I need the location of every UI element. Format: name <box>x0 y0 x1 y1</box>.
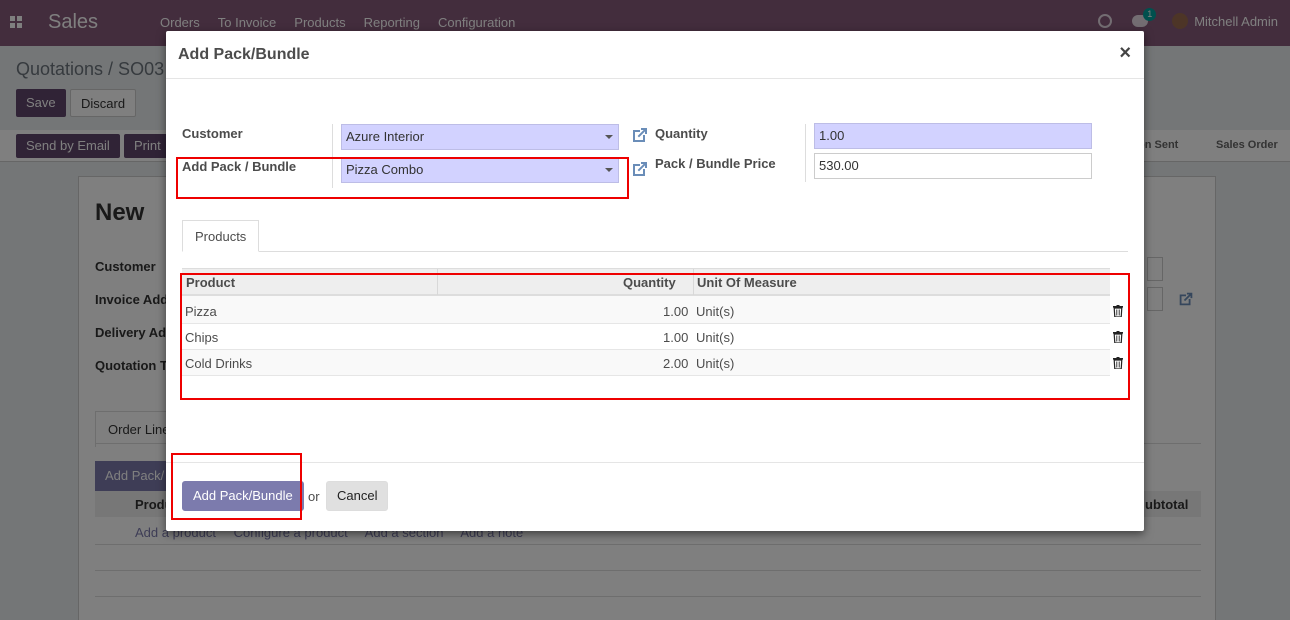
quantity-input[interactable]: 1.00 <box>814 123 1092 149</box>
dialog-title: Add Pack/Bundle <box>178 46 310 63</box>
products-table-header: Product Quantity Unit Of Measure <box>182 268 1110 296</box>
trash-icon[interactable] <box>1113 331 1123 343</box>
cancel-button[interactable]: Cancel <box>326 481 389 511</box>
field-separator <box>805 124 806 182</box>
add-pack-bundle-dialog: Add Pack/Bundle × Customer Azure Interio… <box>166 31 1144 531</box>
trash-icon[interactable] <box>1113 357 1123 369</box>
dialog-footer: Add Pack/Bundle or Cancel <box>166 462 1144 531</box>
external-link-icon[interactable] <box>630 159 650 179</box>
or-text: or <box>308 489 320 504</box>
chevron-down-icon <box>605 135 613 139</box>
customer-label: Customer <box>182 126 243 141</box>
trash-icon[interactable] <box>1113 305 1123 317</box>
add-pack-bundle-button[interactable]: Add Pack/Bundle <box>182 481 304 511</box>
pack-price-label: Pack / Bundle Price <box>655 156 776 171</box>
uom-cell: Unit(s) <box>696 330 735 345</box>
uom-cell: Unit(s) <box>696 304 735 319</box>
quantity-label: Quantity <box>655 126 708 141</box>
product-cell: Chips <box>185 330 219 345</box>
col-unit-of-measure[interactable]: Unit Of Measure <box>697 275 797 290</box>
col-quantity[interactable]: Quantity <box>623 275 676 290</box>
pack-bundle-value: Pizza Combo <box>346 162 424 177</box>
pack-bundle-label: Add Pack / Bundle <box>182 159 297 174</box>
column-divider <box>693 269 694 295</box>
table-row[interactable]: Pizza 1.00 Unit(s) <box>182 298 1123 324</box>
quantity-cell: 1.00 <box>663 304 689 319</box>
pack-price-input[interactable]: 530.00 <box>814 153 1092 179</box>
customer-value: Azure Interior <box>346 129 425 144</box>
col-product[interactable]: Product <box>186 275 235 290</box>
field-separator <box>332 124 333 188</box>
dialog-header: Add Pack/Bundle × <box>166 31 1144 79</box>
chevron-down-icon <box>605 168 613 172</box>
external-link-icon[interactable] <box>630 125 650 145</box>
close-button[interactable]: × <box>1119 42 1131 65</box>
product-cell: Cold Drinks <box>185 356 253 371</box>
quantity-cell: 2.00 <box>663 356 689 371</box>
empty-row <box>182 376 1110 407</box>
table-row[interactable]: Cold Drinks 2.00 Unit(s) <box>182 350 1123 376</box>
pack-bundle-select[interactable]: Pizza Combo <box>341 157 619 183</box>
customer-select[interactable]: Azure Interior <box>341 124 619 150</box>
product-cell: Pizza <box>185 304 217 319</box>
column-divider <box>437 269 438 295</box>
tabs-divider <box>182 251 1128 252</box>
products-table: Product Quantity Unit Of Measure Pizza 1… <box>182 268 1123 407</box>
tab-products[interactable]: Products <box>182 220 260 252</box>
uom-cell: Unit(s) <box>696 356 735 371</box>
quantity-cell: 1.00 <box>663 330 689 345</box>
table-row[interactable]: Chips 1.00 Unit(s) <box>182 324 1123 350</box>
